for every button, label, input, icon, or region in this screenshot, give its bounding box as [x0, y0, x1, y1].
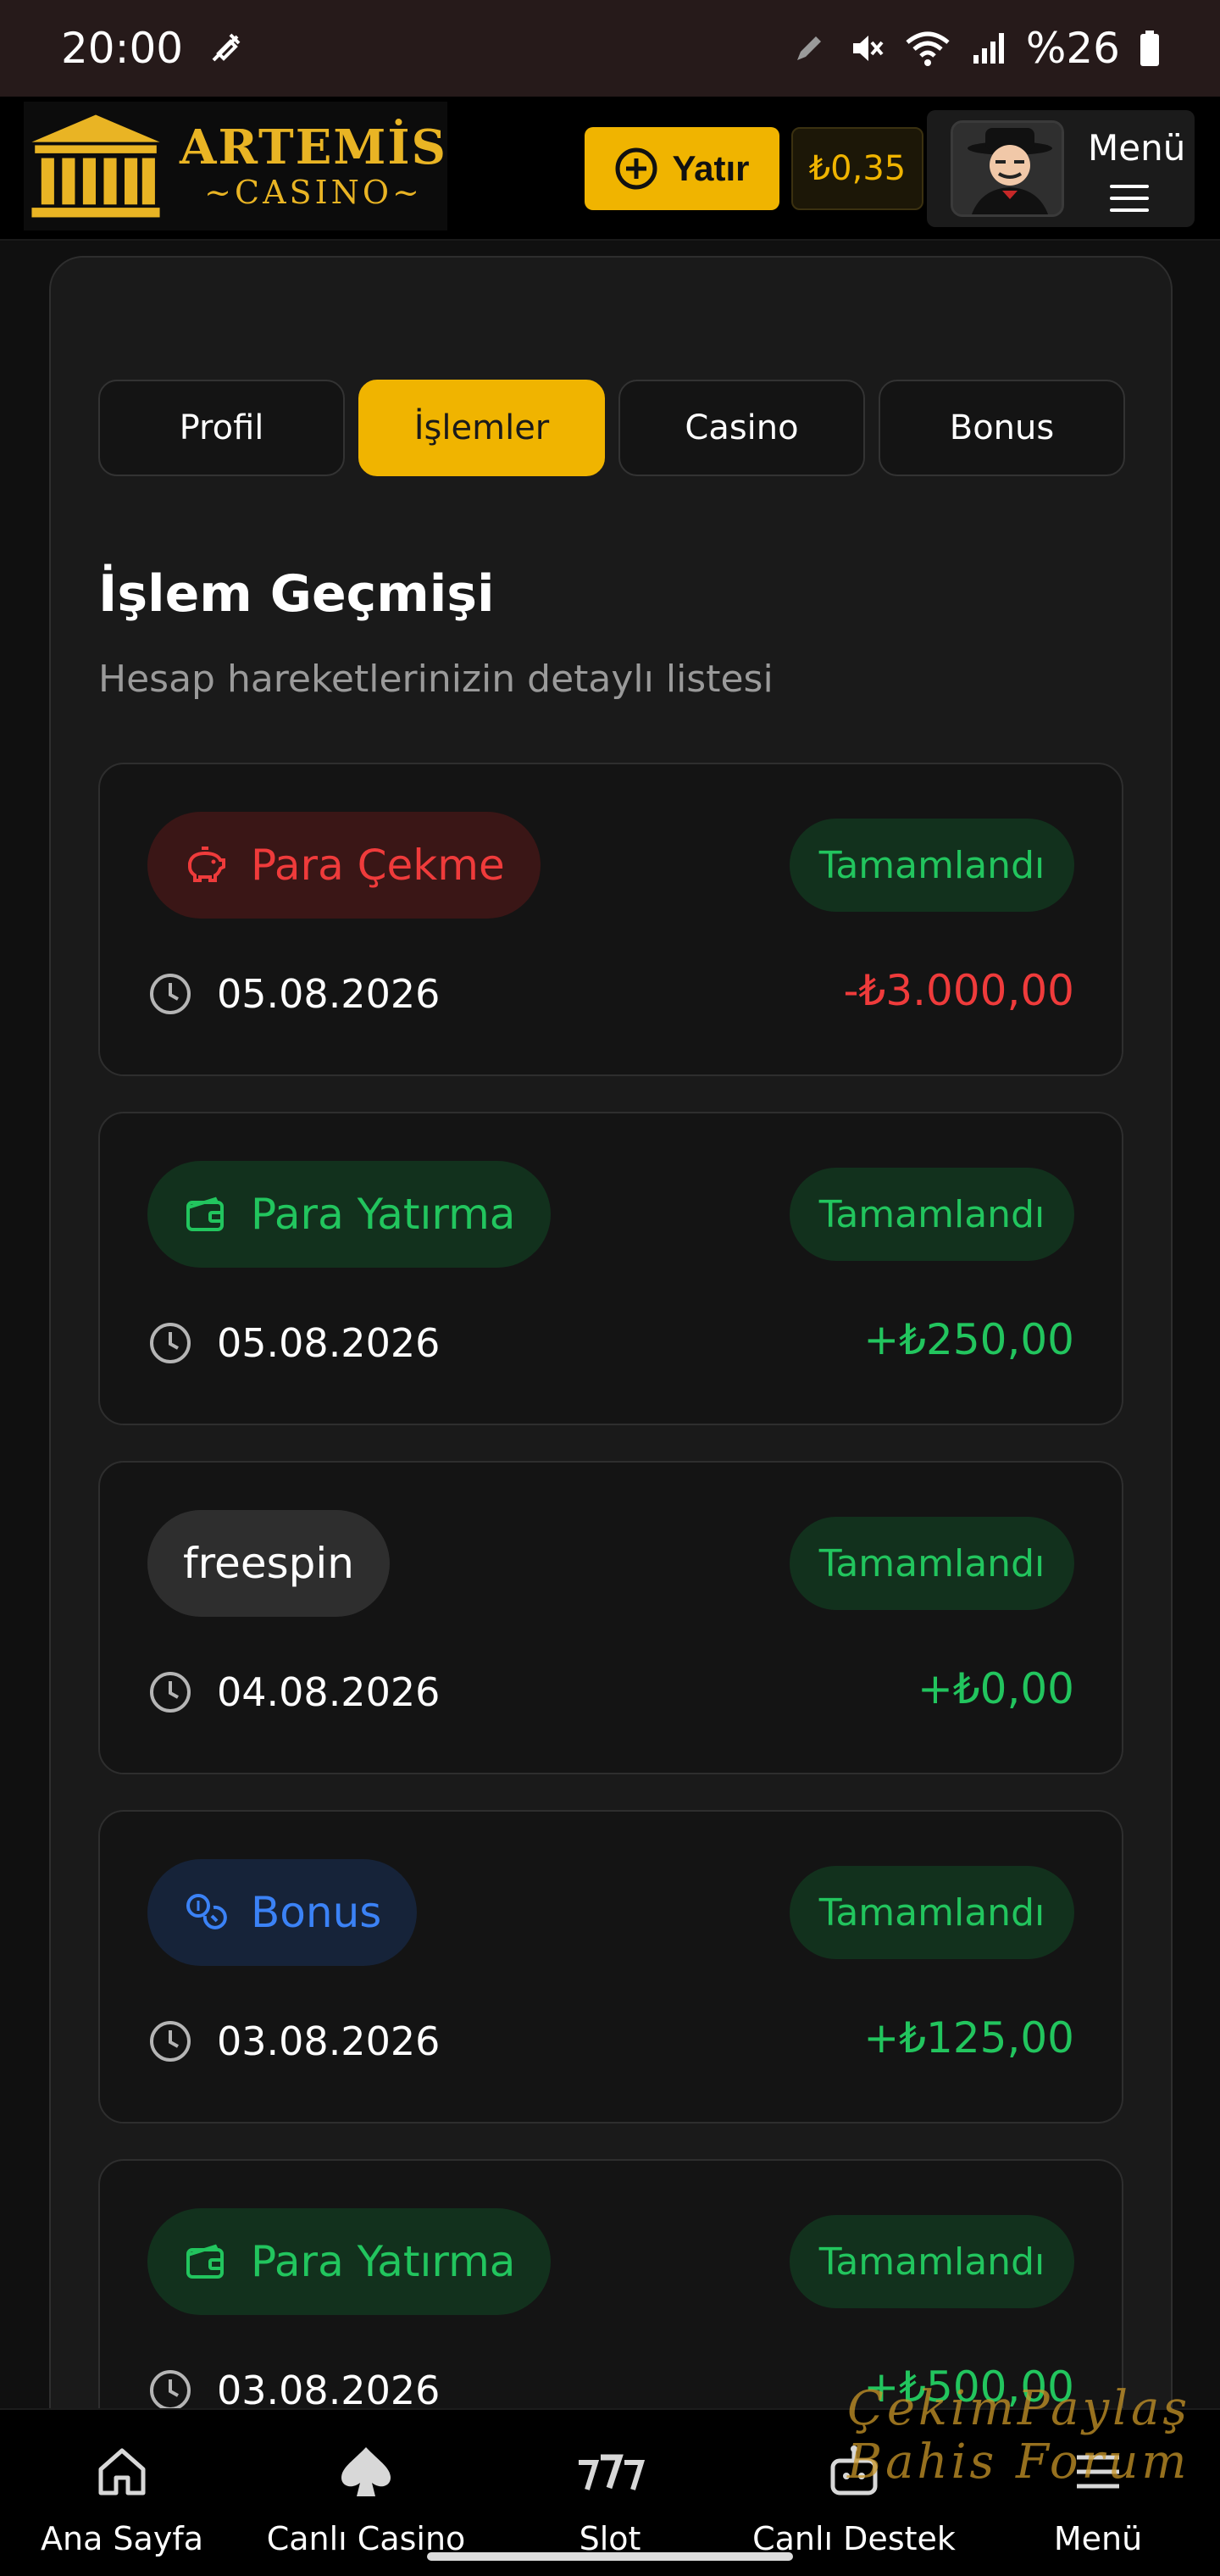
clock-icon — [150, 1323, 191, 1363]
status-badge: Tamamlandı — [790, 1517, 1074, 1610]
transaction-date: 05.08.2026 — [147, 1320, 440, 1366]
logo-text: ARTEMİS ~CASINO~ — [180, 124, 447, 208]
account-panel: Profil İşlemler Casino Bonus İşlem Geçmi… — [49, 256, 1173, 2576]
clock-icon — [150, 974, 191, 1014]
status-badge: Tamamlandı — [790, 1168, 1074, 1261]
nav-item-home[interactable]: Ana Sayfa — [0, 2410, 244, 2576]
transaction-card[interactable]: Para Çekme Tamamlandı 05.08.2026 -₺3.000… — [98, 763, 1123, 1076]
transaction-list: Para Çekme Tamamlandı 05.08.2026 -₺3.000… — [98, 763, 1123, 2508]
status-left: 20:00 — [61, 24, 246, 73]
nav-item-slot[interactable]: Slot — [488, 2410, 732, 2576]
tab-transactions[interactable]: İşlemler — [358, 380, 605, 476]
nav-item-live-casino[interactable]: Canlı Casino — [244, 2410, 488, 2576]
transaction-type-label: Para Yatırma — [251, 1190, 516, 1239]
muted-ring-icon — [212, 33, 241, 62]
transaction-date: 04.08.2026 — [147, 1669, 440, 1715]
signal-icon — [973, 33, 1004, 64]
page-subtitle: Hesap hareketlerinizin detaylı listesi — [98, 658, 774, 701]
tab-bonus[interactable]: Bonus — [879, 380, 1125, 476]
nav-label: Ana Sayfa — [40, 2520, 203, 2557]
transaction-date-text: 04.08.2026 — [217, 1669, 441, 1715]
status-badge: Tamamlandı — [790, 2215, 1074, 2308]
transaction-type-label: Para Yatırma — [251, 2237, 516, 2286]
balance-badge[interactable]: ₺0,35 — [791, 127, 923, 210]
detective-avatar-icon — [953, 123, 1062, 214]
status-badge: Tamamlandı — [790, 1866, 1074, 1959]
watermark-line-1: ÇekimPaylaş — [847, 2381, 1191, 2436]
spade-icon — [341, 2447, 391, 2496]
logo-sub: ~CASINO~ — [204, 174, 423, 211]
wallet-icon — [186, 1196, 224, 1231]
transaction-date-text: 03.08.2026 — [217, 2368, 441, 2413]
page-title: İşlem Geçmişi — [98, 564, 495, 624]
hamburger-icon — [1110, 185, 1149, 212]
artemis-logo[interactable]: ARTEMİS ~CASINO~ — [24, 102, 447, 230]
forum-watermark: ÇekimPaylaş Bahis Forum — [847, 2381, 1220, 2552]
piggy-bank-icon — [188, 847, 225, 882]
transaction-type-badge: freespin — [147, 1510, 390, 1617]
home-icon — [98, 2448, 146, 2496]
status-bar: 20:00 %26 — [0, 0, 1220, 97]
wallet-icon — [186, 2244, 224, 2279]
transaction-type-badge: Para Yatırma — [147, 2208, 552, 2315]
tab-casino[interactable]: Casino — [618, 380, 865, 476]
transaction-type-badge: Bonus — [147, 1859, 418, 1966]
transaction-card[interactable]: Para Yatırma Tamamlandı 05.08.2026 +₺250… — [98, 1112, 1123, 1425]
tab-profile[interactable]: Profil — [98, 380, 345, 476]
transaction-card[interactable]: Bonus Tamamlandı 03.08.2026 +₺125,00 — [98, 1810, 1123, 2124]
status-time: 20:00 — [61, 24, 184, 73]
logo-sub-text: CASINO — [235, 174, 392, 211]
transaction-date: 03.08.2026 — [147, 2368, 440, 2413]
app-header: ARTEMİS ~CASINO~ Yatır ₺0,35 Menü — [0, 97, 1220, 241]
transaction-amount: -₺3.000,00 — [843, 966, 1074, 1015]
deposit-button[interactable]: Yatır — [585, 127, 779, 210]
clock-icon — [150, 2370, 191, 2411]
battery-icon — [1140, 31, 1159, 66]
temple-logo-icon — [31, 114, 160, 218]
transaction-type-badge: Para Çekme — [147, 812, 541, 919]
slot-777-icon — [579, 2454, 646, 2490]
status-right: %26 — [790, 24, 1161, 73]
transaction-date-text: 03.08.2026 — [217, 2018, 441, 2064]
transaction-type-label: freespin — [183, 1539, 354, 1588]
transaction-date-text: 05.08.2026 — [217, 1320, 441, 1366]
clock-icon — [150, 2021, 191, 2062]
transaction-amount: +₺125,00 — [863, 2013, 1074, 2062]
logo-name: ARTEMİS — [180, 119, 447, 175]
header-menu-label: Menü — [1088, 127, 1186, 169]
pen-icon — [796, 36, 821, 60]
clock-icon — [150, 1672, 191, 1713]
transaction-amount: +₺250,00 — [863, 1315, 1074, 1364]
deposit-button-label: Yatır — [672, 148, 750, 188]
transaction-date: 03.08.2026 — [147, 2018, 440, 2064]
coins-icon — [186, 1894, 227, 1929]
transaction-card[interactable]: freespin Tamamlandı 04.08.2026 +₺0,00 — [98, 1461, 1123, 1774]
battery-percent: %26 — [1025, 24, 1120, 73]
avatar — [951, 120, 1064, 217]
transaction-type-badge: Para Yatırma — [147, 1161, 552, 1268]
watermark-line-2: Bahis Forum — [847, 2434, 1190, 2490]
profile-menu-button[interactable]: Menü — [927, 110, 1195, 227]
account-tabs: Profil İşlemler Casino Bonus — [98, 380, 1125, 476]
transaction-type-label: Para Çekme — [251, 841, 505, 890]
transaction-type-label: Bonus — [251, 1888, 382, 1937]
wifi-icon — [906, 31, 950, 66]
transaction-amount: +₺0,00 — [917, 1664, 1074, 1713]
home-indicator[interactable] — [427, 2552, 793, 2561]
plus-circle-icon — [615, 147, 657, 190]
transaction-date-text: 05.08.2026 — [217, 971, 441, 1017]
transaction-date: 05.08.2026 — [147, 971, 440, 1017]
mute-icon — [852, 36, 884, 61]
status-badge: Tamamlandı — [790, 819, 1074, 912]
